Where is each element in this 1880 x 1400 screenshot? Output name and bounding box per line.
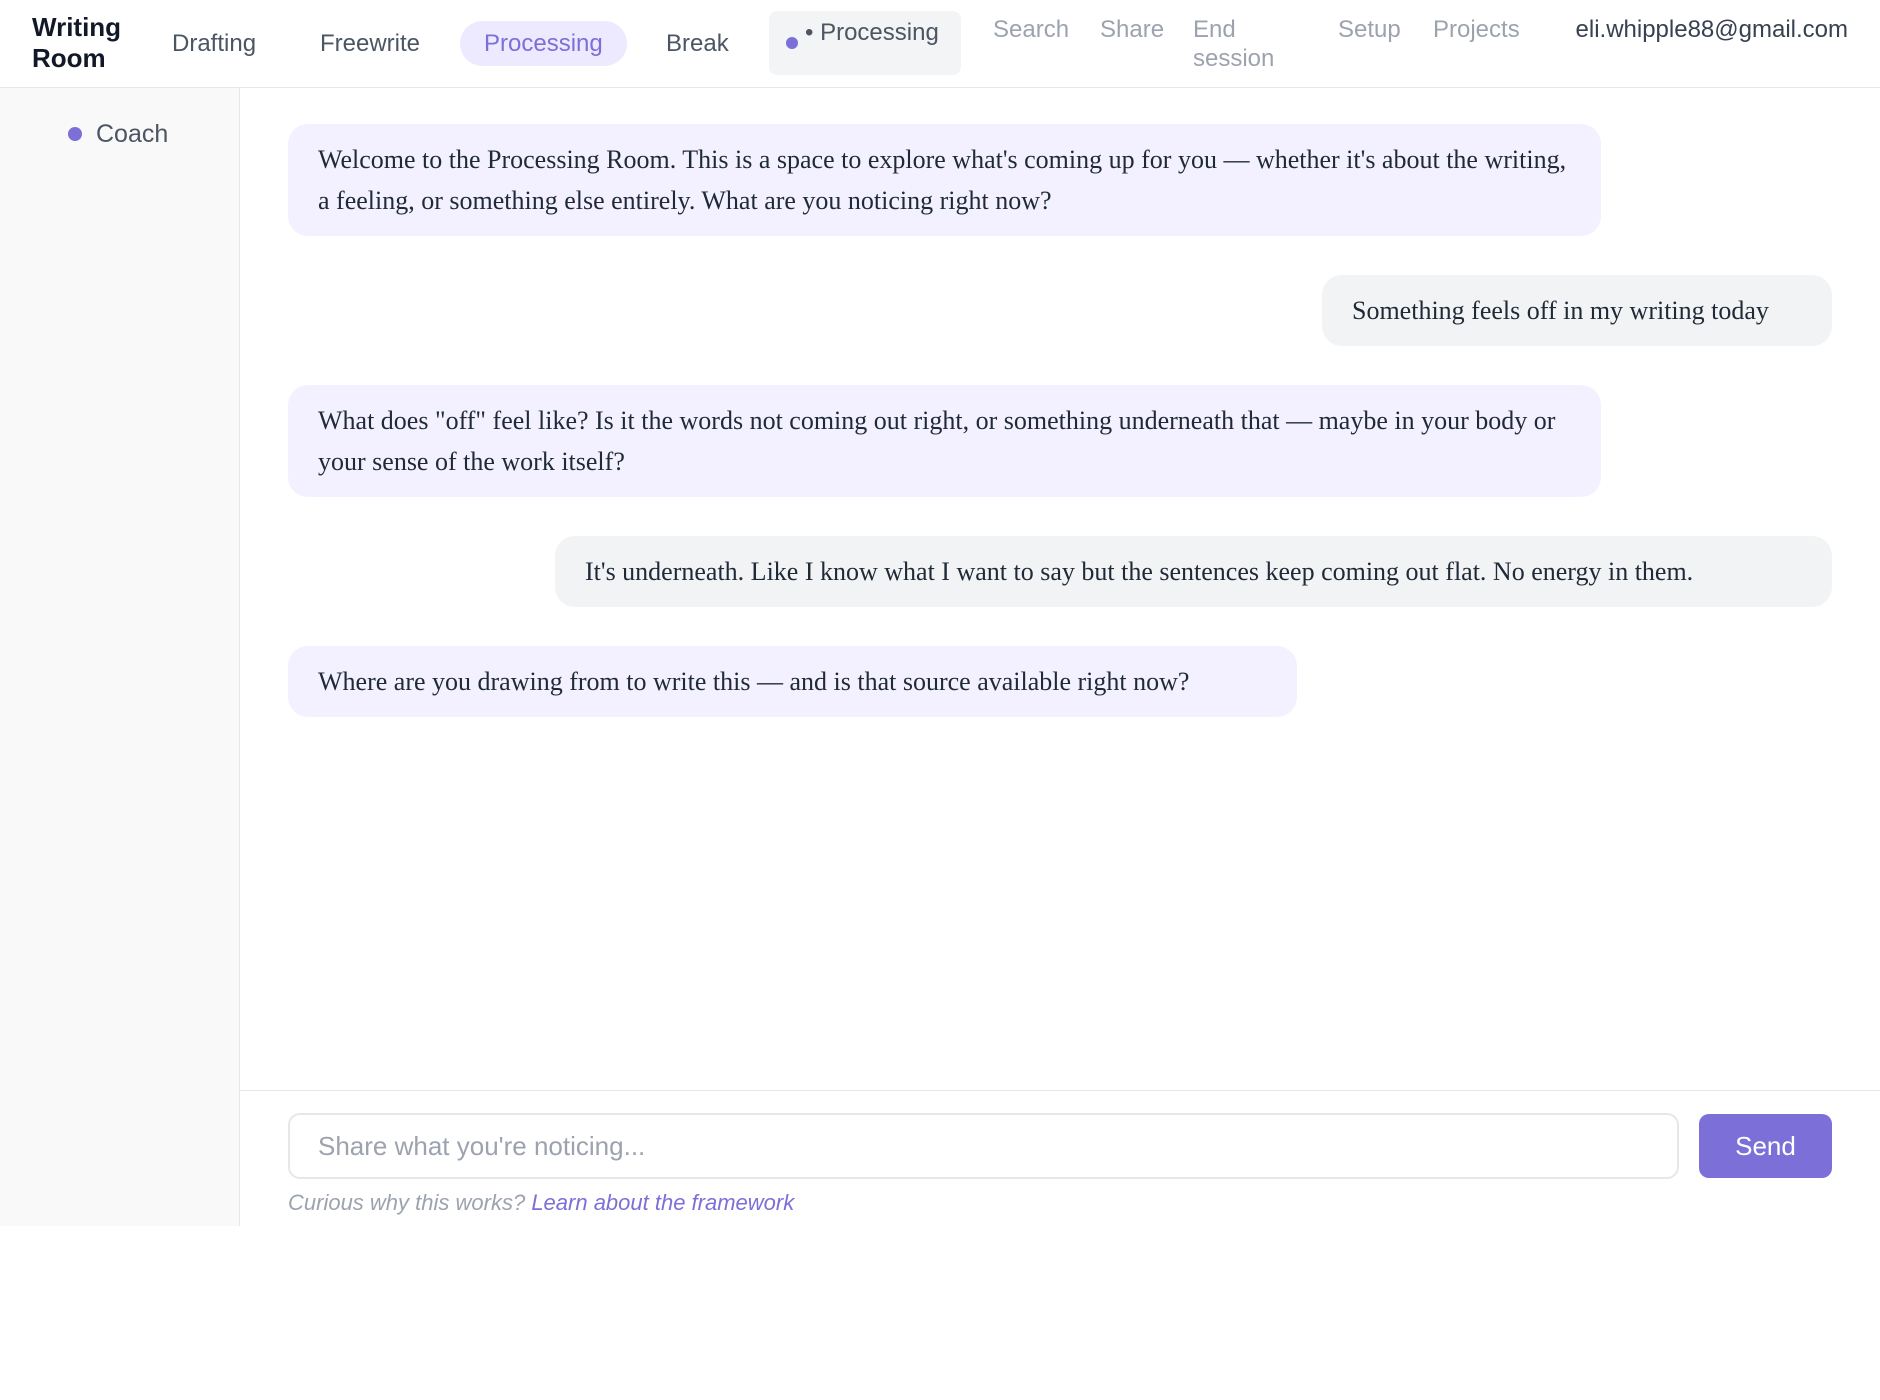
sidebar-item-label: Coach — [96, 119, 169, 148]
end-session-link[interactable]: End session — [1193, 15, 1293, 73]
search-link[interactable]: Search — [993, 15, 1069, 44]
status-dot-icon — [786, 37, 798, 49]
tab-drafting[interactable]: Drafting — [148, 21, 280, 66]
tab-break[interactable]: Break — [642, 21, 753, 66]
projects-link[interactable]: Projects — [1433, 15, 1520, 44]
user-message: It's underneath. Like I know what I want… — [555, 536, 1832, 607]
user-email[interactable]: eli.whipple88@gmail.com — [1576, 15, 1848, 44]
app-title: Writing Room — [32, 12, 122, 73]
setup-link[interactable]: Setup — [1338, 15, 1401, 44]
framework-note: Curious why this works? Learn about the … — [288, 1190, 794, 1216]
send-button[interactable]: Send — [1699, 1114, 1832, 1178]
status-dot-icon — [68, 127, 82, 141]
current-mode-label: • Processing — [805, 19, 939, 46]
top-navigation: Writing Room Drafting Freewrite Processi… — [0, 0, 1880, 88]
chat-thread: Welcome to the Processing Room. This is … — [240, 88, 1880, 1090]
sidebar-item-coach[interactable]: Coach — [68, 118, 168, 150]
framework-note-text: Curious why this works? — [288, 1190, 532, 1215]
user-message: Something feels off in my writing today — [1322, 275, 1832, 346]
current-mode-indicator: • Processing — [769, 11, 961, 75]
learn-framework-link[interactable]: Learn about the framework — [531, 1190, 794, 1215]
coach-message: Welcome to the Processing Room. This is … — [288, 124, 1601, 236]
sidebar: Coach — [0, 88, 240, 1226]
message-input[interactable] — [288, 1113, 1679, 1179]
tab-processing[interactable]: Processing — [460, 21, 627, 66]
coach-message: Where are you drawing from to write this… — [288, 646, 1297, 717]
coach-message: What does "off" feel like? Is it the wor… — [288, 385, 1601, 497]
share-link[interactable]: Share — [1100, 15, 1164, 44]
message-composer: Send Curious why this works? Learn about… — [240, 1090, 1880, 1226]
tab-freewrite[interactable]: Freewrite — [296, 21, 444, 66]
